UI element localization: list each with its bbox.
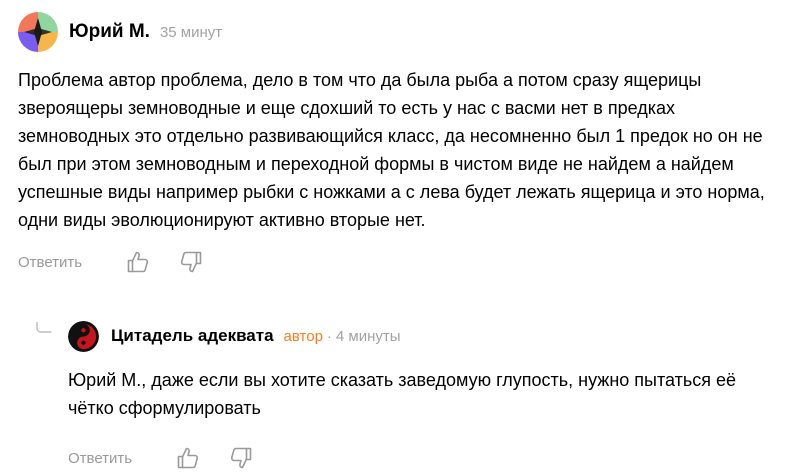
thumb-down-icon[interactable] bbox=[177, 248, 205, 276]
avatar[interactable] bbox=[18, 12, 58, 52]
comment-time: 4 минуты bbox=[335, 327, 401, 345]
thumb-down-icon[interactable] bbox=[227, 444, 255, 472]
author-name[interactable]: Юрий М. bbox=[69, 21, 150, 43]
comment-actions: Ответить bbox=[18, 248, 778, 276]
thumb-up-icon[interactable] bbox=[174, 444, 202, 472]
reply-button[interactable]: Ответить bbox=[68, 450, 174, 467]
reply-comment: Цитадель адеквата автор · 4 минуты Юрий … bbox=[68, 318, 768, 472]
author-badge: автор bbox=[283, 327, 323, 345]
thumb-up-icon[interactable] bbox=[124, 248, 152, 276]
comment-text: Проблема автор проблема, дело в том что … bbox=[18, 70, 765, 230]
comment-actions: Ответить bbox=[68, 444, 768, 472]
reply-arrow-icon bbox=[36, 322, 52, 333]
author-name[interactable]: Цитадель адеквата bbox=[111, 326, 274, 346]
comment-text: Юрий М., даже если вы хотите сказать зав… bbox=[68, 370, 737, 418]
comment-header: Цитадель адеквата автор · 4 минуты bbox=[68, 318, 768, 354]
comment-header: Юрий М. 35 минут bbox=[18, 12, 778, 52]
reply-button[interactable]: Ответить bbox=[18, 254, 124, 271]
separator-dot: · bbox=[326, 327, 332, 345]
avatar[interactable] bbox=[68, 320, 99, 352]
comment-time: 35 минут bbox=[159, 23, 223, 41]
comment: Юрий М. 35 минут Проблема автор проблема… bbox=[18, 12, 778, 276]
